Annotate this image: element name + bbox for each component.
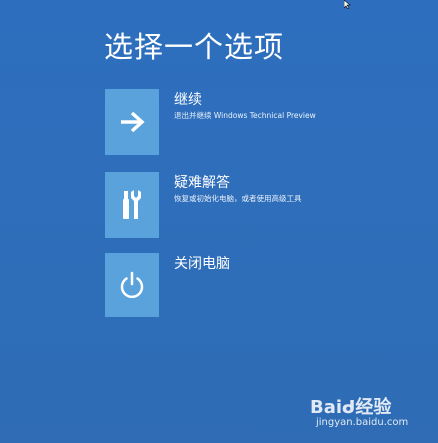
option-continue-description: 退出并继续 Windows Technical Preview [174, 111, 316, 120]
baidu-watermark: Baiᑯ经验 jingyan.baidu.com [310, 393, 430, 435]
arrow-right-icon [121, 111, 145, 133]
option-troubleshoot-description: 恢复或初始化电脑，或者使用高级工具 [174, 194, 302, 203]
option-shutdown[interactable]: 关闭电脑 [105, 253, 405, 319]
option-continue[interactable]: 继续 退出并继续 Windows Technical Preview [105, 89, 405, 155]
option-troubleshoot-label: 疑难解答 [174, 175, 230, 191]
option-shutdown-label: 关闭电脑 [174, 256, 230, 272]
tools-icon [123, 190, 141, 219]
option-shutdown-tile[interactable] [105, 253, 159, 317]
mouse-cursor-icon [344, 0, 351, 9]
recovery-screen: 选择一个选项 继续 退出并继续 Windows Technical Previe… [0, 0, 438, 443]
option-troubleshoot-tile[interactable] [105, 172, 159, 238]
page-title: 选择一个选项 [104, 30, 285, 64]
watermark-logo-text: Baiᑯ经验 [310, 397, 392, 418]
option-continue-tile[interactable] [105, 89, 159, 155]
option-continue-label: 继续 [174, 92, 202, 108]
watermark-url: jingyan.baidu.com [316, 417, 409, 428]
power-icon [120, 271, 144, 299]
option-troubleshoot[interactable]: 疑难解答 恢复或初始化电脑，或者使用高级工具 [105, 172, 405, 238]
